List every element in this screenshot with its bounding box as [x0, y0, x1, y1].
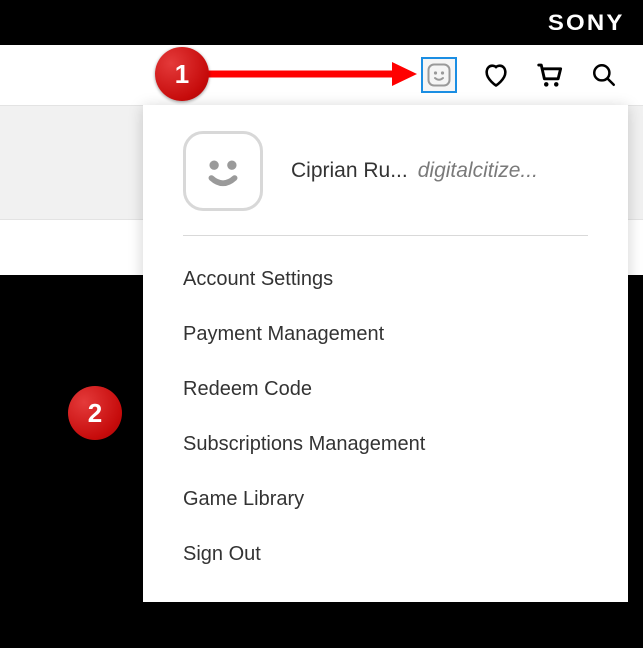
sony-global-bar: SONY — [0, 0, 643, 45]
smiley-avatar-icon — [427, 63, 451, 87]
menu-redeem-code[interactable]: Redeem Code — [183, 362, 588, 417]
profile-button[interactable] — [421, 57, 457, 93]
cart-icon — [535, 60, 565, 90]
annotation-arrow-icon — [207, 60, 417, 90]
menu-payment-management[interactable]: Payment Management — [183, 307, 588, 362]
heart-icon — [482, 61, 510, 89]
menu-account-settings[interactable]: Account Settings — [183, 252, 588, 307]
sony-logo: SONY — [547, 10, 624, 36]
search-icon — [591, 62, 617, 88]
menu-sign-out[interactable]: Sign Out — [183, 527, 588, 582]
annotation-badge-2-label: 2 — [88, 398, 102, 429]
annotation-badge-1-label: 1 — [175, 59, 189, 90]
annotation-badge-2: 2 — [68, 386, 122, 440]
search-button[interactable] — [589, 60, 619, 90]
dropdown-separator — [183, 235, 588, 236]
menu-game-library[interactable]: Game Library — [183, 472, 588, 527]
user-handle: digitalcitize... — [418, 159, 538, 183]
dropdown-header: Ciprian Ru... digitalcitize... — [183, 131, 588, 211]
annotation-badge-1: 1 — [155, 47, 209, 101]
cart-button[interactable] — [535, 60, 565, 90]
menu-subscriptions-management[interactable]: Subscriptions Management — [183, 417, 588, 472]
user-identity: Ciprian Ru... digitalcitize... — [291, 159, 538, 183]
wishlist-button[interactable] — [481, 60, 511, 90]
user-display-name: Ciprian Ru... — [291, 159, 408, 183]
account-dropdown: Ciprian Ru... digitalcitize... Account S… — [143, 105, 628, 602]
smiley-avatar-large-icon — [195, 143, 251, 199]
avatar-large — [183, 131, 263, 211]
